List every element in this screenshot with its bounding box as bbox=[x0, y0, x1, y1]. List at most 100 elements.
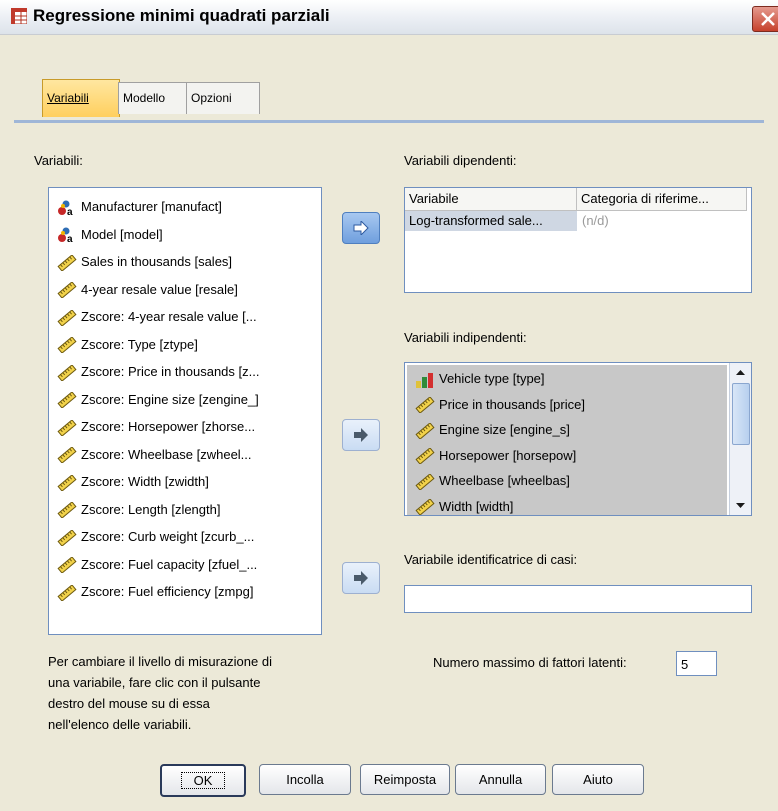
list-item-label: Zscore: Price in thousands [z... bbox=[81, 364, 260, 379]
list-item-label: Zscore: Length [zlength] bbox=[81, 501, 221, 517]
case-id-label: Variabile identificatrice di casi: bbox=[404, 552, 578, 567]
scale-ruler-icon bbox=[57, 528, 77, 547]
scale-ruler-icon bbox=[57, 336, 77, 354]
list-item[interactable]: Wheelbase [wheelbas] bbox=[415, 470, 570, 492]
column-header-categoria[interactable]: Categoria di riferime... bbox=[577, 188, 747, 211]
bar-chart-icon bbox=[415, 372, 435, 388]
list-item[interactable]: 4-year resale value [resale] bbox=[57, 279, 238, 301]
cancel-button[interactable]: Annulla bbox=[455, 764, 546, 795]
list-item-label: 4-year resale value [resale] bbox=[81, 281, 238, 297]
latent-factors-input[interactable]: 5 bbox=[676, 651, 717, 676]
list-item-label: Zscore: Curb weight [zcurb_... bbox=[81, 529, 255, 544]
list-item[interactable]: Zscore: Length [zlength] bbox=[57, 499, 220, 521]
independent-listbox[interactable]: Vehicle type [type] Price in thousands [p… bbox=[404, 362, 752, 516]
list-item[interactable]: Zscore: Wheelbase [zwheel... bbox=[57, 444, 252, 466]
list-item-label: Manufacturer [manufact] bbox=[81, 199, 222, 214]
move-to-case-id-button[interactable] bbox=[342, 562, 380, 594]
tab-opzioni[interactable]: Opzioni bbox=[186, 82, 260, 114]
list-item[interactable]: Horsepower [horsepow] bbox=[415, 445, 576, 467]
title-bar: Regressione minimi quadrati parziali bbox=[0, 0, 778, 35]
list-item[interactable]: Zscore: Horsepower [zhorse... bbox=[57, 416, 255, 438]
window-title: Regressione minimi quadrati parziali bbox=[33, 6, 330, 25]
case-id-field[interactable] bbox=[404, 585, 752, 613]
list-item[interactable]: Engine size [engine_s] bbox=[415, 419, 570, 441]
scale-ruler-icon bbox=[57, 501, 77, 519]
list-item[interactable]: Width [width] bbox=[415, 496, 514, 515]
svg-text:a: a bbox=[67, 207, 73, 216]
scale-ruler-icon bbox=[57, 391, 77, 409]
list-item[interactable]: Zscore: Fuel efficiency [zmpg] bbox=[57, 581, 253, 603]
tab-modello[interactable]: Modello bbox=[118, 82, 189, 114]
paste-button[interactable]: Incolla bbox=[259, 764, 351, 795]
scale-ruler-icon bbox=[57, 556, 77, 574]
list-item[interactable]: Zscore: Curb weight [zcurb_... bbox=[57, 526, 254, 548]
move-to-dependent-button[interactable] bbox=[342, 212, 380, 244]
nominal-string-icon: a bbox=[57, 200, 77, 218]
scale-ruler-icon bbox=[415, 498, 435, 515]
list-item-label: Zscore: Horsepower [zhorse... bbox=[81, 419, 256, 434]
list-item-label: Sales in thousands [sales] bbox=[81, 254, 233, 269]
scale-ruler-icon bbox=[57, 253, 77, 272]
list-item[interactable]: Zscore: Price in thousands [z... bbox=[57, 361, 259, 383]
scale-ruler-icon bbox=[57, 363, 77, 382]
list-item[interactable]: Price in thousands [price] bbox=[415, 394, 585, 416]
list-item-label: Wheelbase [wheelbas] bbox=[439, 473, 570, 488]
independent-label: Variabili indipendenti: bbox=[404, 330, 527, 345]
list-item-label: Zscore: Width [zwidth] bbox=[81, 474, 209, 489]
close-button[interactable] bbox=[752, 6, 778, 32]
list-item-label: Horsepower [horsepow] bbox=[439, 447, 577, 463]
move-to-independent-button[interactable] bbox=[342, 419, 380, 451]
table-row[interactable]: Log-transformed sale... (n/d) bbox=[405, 211, 751, 231]
nominal-string-icon: a bbox=[57, 227, 77, 245]
list-item-label: Zscore: Type [ztype] bbox=[81, 336, 198, 352]
right-arrow-icon bbox=[353, 221, 369, 235]
list-item[interactable]: Zscore: Engine size [zengine_] bbox=[57, 389, 259, 411]
variables-label: Variabili: bbox=[34, 153, 83, 168]
independent-items: Vehicle type [type] Price in thousands [p… bbox=[407, 365, 727, 515]
list-item-label: Engine size [engine_s] bbox=[439, 422, 570, 437]
table-cell-reference-category: (n/d) bbox=[582, 213, 609, 228]
tab-variabili[interactable]: Variabili bbox=[42, 79, 120, 117]
list-item[interactable]: a Model [model] bbox=[57, 224, 163, 246]
scroll-down-icon[interactable] bbox=[730, 497, 751, 513]
scale-ruler-icon bbox=[57, 308, 77, 327]
list-item[interactable]: Zscore: Fuel capacity [zfuel_... bbox=[57, 554, 257, 576]
dependent-grid[interactable]: Variabile Categoria di riferime... Log-t… bbox=[404, 187, 752, 293]
scroll-up-icon[interactable] bbox=[730, 365, 751, 381]
column-header-variabile[interactable]: Variabile bbox=[405, 188, 577, 211]
list-item[interactable]: Sales in thousands [sales] bbox=[57, 251, 232, 273]
scale-ruler-icon bbox=[57, 446, 77, 464]
table-cell-variable: Log-transformed sale... bbox=[405, 211, 577, 231]
scale-ruler-icon bbox=[415, 396, 435, 414]
list-item[interactable]: a Manufacturer [manufact] bbox=[57, 196, 222, 218]
dependent-label: Variabili dipendenti: bbox=[404, 153, 517, 168]
help-button[interactable]: Aiuto bbox=[552, 764, 644, 795]
scale-ruler-icon bbox=[57, 583, 77, 602]
list-item[interactable]: Vehicle type [type] bbox=[415, 368, 545, 390]
scale-ruler-icon bbox=[57, 281, 77, 299]
scale-ruler-icon bbox=[415, 421, 435, 440]
list-item-label: Zscore: Fuel capacity [zfuel_... bbox=[81, 556, 258, 572]
ok-button[interactable]: OK bbox=[160, 764, 246, 797]
list-item-label: Width [width] bbox=[439, 498, 514, 514]
list-item-label: Zscore: 4-year resale value [... bbox=[81, 309, 257, 324]
close-icon bbox=[761, 12, 775, 26]
measurement-hint: Per cambiare il livello di misurazione d… bbox=[48, 654, 272, 732]
list-item[interactable]: Zscore: Width [zwidth] bbox=[57, 471, 209, 493]
variables-listbox[interactable]: a Manufacturer [manufact] a Model [model] Sa… bbox=[48, 187, 322, 635]
scale-ruler-icon bbox=[57, 418, 77, 437]
list-item-label: Zscore: Engine size [zengine_] bbox=[81, 391, 259, 407]
scrollbar-thumb[interactable] bbox=[732, 383, 750, 445]
scale-ruler-icon bbox=[415, 447, 435, 465]
independent-scrollbar[interactable] bbox=[729, 363, 751, 515]
list-item-label: Price in thousands [price] bbox=[439, 396, 585, 412]
reset-button[interactable]: Reimposta bbox=[360, 764, 450, 795]
latent-factors-label: Numero massimo di fattori latenti: bbox=[433, 655, 627, 670]
list-item[interactable]: Zscore: Type [ztype] bbox=[57, 334, 198, 356]
right-arrow-icon bbox=[354, 428, 368, 442]
list-item[interactable]: Zscore: 4-year resale value [... bbox=[57, 306, 257, 328]
svg-text:a: a bbox=[67, 234, 73, 243]
spss-dialog-icon bbox=[11, 8, 27, 24]
tab-strip: Variabili Modello Opzioni bbox=[14, 60, 764, 123]
right-arrow-icon bbox=[354, 571, 368, 585]
